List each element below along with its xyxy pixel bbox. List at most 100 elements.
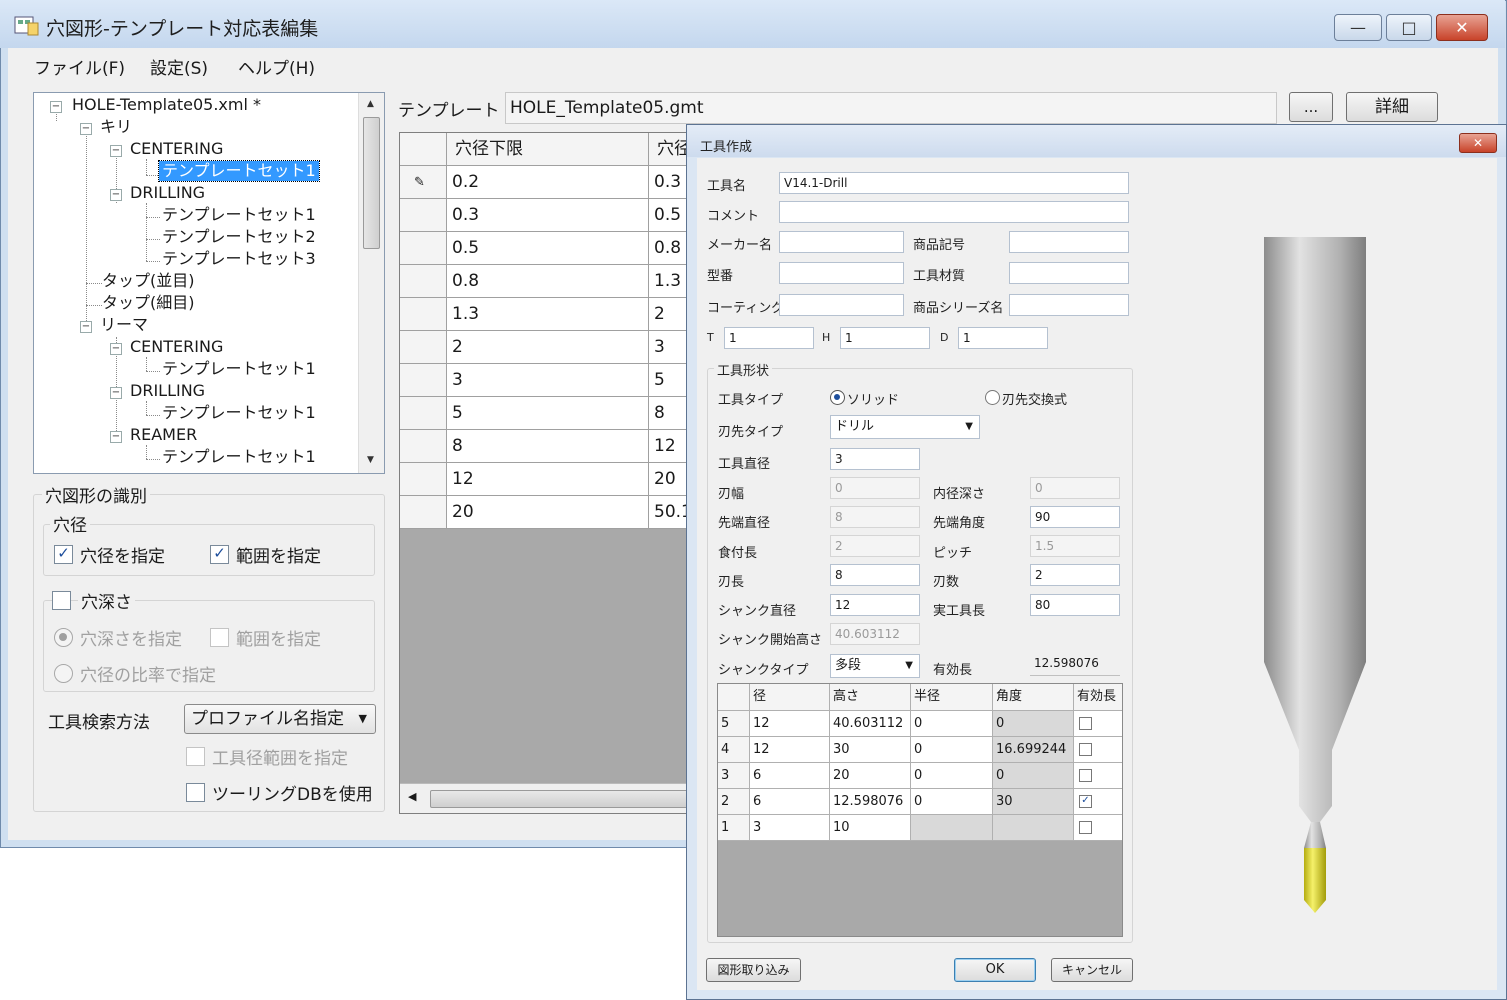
step-row-number[interactable]: 2 (718, 789, 750, 815)
diameter-input[interactable]: 3 (830, 448, 920, 470)
expand-toggle[interactable]: − (80, 123, 92, 135)
grid-cell[interactable]: 12 (447, 463, 649, 496)
expand-toggle[interactable]: − (110, 145, 122, 157)
grid-cell[interactable]: 8 (447, 430, 649, 463)
tree-node-tap-coarse[interactable]: タップ(並目) (102, 271, 195, 291)
step-grid-cell[interactable]: 0 (911, 737, 993, 763)
step-grid-cell[interactable]: 12 (750, 737, 830, 763)
shank-step-grid[interactable]: 径高さ 半径 角度 有効長 5 12 40.603112 0 0 4 12 30 0 16.699244… (717, 683, 1123, 937)
comment-input[interactable] (779, 201, 1129, 223)
coating-input[interactable] (779, 294, 904, 316)
indexable-radio[interactable] (985, 390, 1000, 405)
grid-cell[interactable]: 2 (447, 331, 649, 364)
expand-toggle[interactable]: − (50, 101, 62, 113)
grid-row-header[interactable] (400, 430, 447, 463)
step-grid-cell[interactable]: 6 (750, 763, 830, 789)
solid-radio[interactable] (830, 390, 845, 405)
blade-length-input[interactable]: 8 (830, 564, 920, 586)
tip-angle-input[interactable]: 90 (1030, 506, 1120, 528)
pitch-input[interactable]: 1.5 (1030, 535, 1120, 557)
series-input[interactable] (1009, 294, 1129, 316)
expand-toggle[interactable]: − (110, 189, 122, 201)
grid-row-header[interactable] (400, 298, 447, 331)
scroll-left-icon[interactable]: ◀ (408, 790, 416, 803)
effective-checkbox[interactable] (1079, 717, 1092, 730)
grid-cell[interactable]: 3 (447, 364, 649, 397)
step-grid-cell[interactable] (911, 815, 993, 841)
tree-node-tap-fine[interactable]: タップ(細目) (102, 293, 195, 313)
minimize-button[interactable]: — (1334, 14, 1382, 41)
template-path-field[interactable]: HOLE_Template05.gmt (505, 92, 1277, 124)
step-grid-cell[interactable]: 0 (993, 763, 1074, 789)
t-input[interactable]: 1 (724, 327, 814, 349)
step-grid-cell[interactable]: 40.603112 (830, 711, 911, 737)
tree-node-template[interactable]: テンプレートセット1 (162, 205, 316, 225)
depth-radio[interactable] (54, 628, 73, 647)
dialog-close-button[interactable]: ✕ (1459, 133, 1497, 153)
step-grid-header[interactable]: 高さ (830, 684, 911, 711)
browse-button[interactable]: ... (1289, 92, 1333, 122)
expand-toggle[interactable]: − (80, 321, 92, 333)
tree-node-selected[interactable]: テンプレートセット1 (158, 160, 320, 182)
tree-node-drilling[interactable]: DRILLING (130, 381, 205, 401)
tree-node-drilling[interactable]: DRILLING (130, 183, 205, 203)
grid-row-header[interactable] (400, 463, 447, 496)
model-input[interactable] (779, 262, 904, 284)
grid-cell[interactable]: 0.3 (447, 199, 649, 232)
grid-cell[interactable]: 0.5 (447, 232, 649, 265)
grid-cell[interactable]: 0.2 (447, 166, 649, 199)
effective-checkbox[interactable] (1079, 769, 1092, 782)
search-method-dropdown[interactable]: プロファイル名指定 ▼ (184, 704, 376, 734)
depth-range-checkbox[interactable] (210, 628, 229, 647)
effective-checkbox[interactable] (1079, 821, 1092, 834)
step-grid-cell[interactable]: 12 (750, 711, 830, 737)
template-tree[interactable]: − HOLE-Template05.xml * − キリ − CENTERING… (33, 92, 385, 474)
h-input[interactable]: 1 (840, 327, 930, 349)
inner-depth-input[interactable]: 0 (1030, 477, 1120, 499)
tree-node-centering[interactable]: CENTERING (130, 337, 223, 357)
tree-node-template[interactable]: テンプレートセット1 (162, 447, 316, 467)
step-grid-header[interactable]: 半径 (911, 684, 993, 711)
diameter-checkbox[interactable]: ✓ (54, 545, 73, 564)
step-grid-header[interactable]: 径 (750, 684, 830, 711)
tool-range-checkbox[interactable] (186, 747, 205, 766)
tree-node-centering[interactable]: CENTERING (130, 139, 223, 159)
tooling-db-checkbox[interactable] (186, 783, 205, 802)
step-grid-header[interactable]: 有効長 (1074, 684, 1122, 711)
grid-row-header[interactable] (400, 364, 447, 397)
tree-node-reamer[interactable]: REAMER (130, 425, 197, 445)
template-grid[interactable]: 穴径下限 穴径 ✎ 0.2 0.3 0.3 0.5 0.5 0.8 0.8 1.3 1.3 2 2 3 3… (399, 132, 699, 814)
step-grid-cell[interactable]: 0 (911, 711, 993, 737)
step-grid-cell[interactable]: 3 (750, 815, 830, 841)
bite-input[interactable]: 2 (830, 535, 920, 557)
expand-toggle[interactable]: − (110, 343, 122, 355)
tree-node-template[interactable]: テンプレートセット1 (162, 403, 316, 423)
close-button[interactable]: ✕ (1436, 14, 1488, 41)
tree-node-template[interactable]: テンプレートセット1 (162, 359, 316, 379)
shank-type-dropdown[interactable]: 多段 ▼ (830, 654, 920, 678)
grid-cell[interactable]: 0.8 (447, 265, 649, 298)
step-grid-cell[interactable]: 6 (750, 789, 830, 815)
grid-cell[interactable]: 20 (447, 496, 649, 529)
step-grid-header[interactable] (718, 684, 750, 711)
scroll-thumb[interactable] (363, 117, 380, 249)
grid-hscrollbar[interactable]: ◀ (400, 783, 698, 813)
tree-node-reamer-jp[interactable]: リーマ (100, 315, 148, 335)
step-row-number[interactable]: 4 (718, 737, 750, 763)
tree-scrollbar[interactable]: ▲ ▼ (358, 93, 384, 473)
tool-name-input[interactable]: V14.1-Drill (779, 172, 1129, 194)
hscroll-thumb[interactable] (430, 790, 690, 808)
grid-row-header[interactable] (400, 199, 447, 232)
grid-row-header[interactable] (400, 331, 447, 364)
cancel-button[interactable]: キャンセル (1051, 958, 1133, 982)
effective-checkbox[interactable]: ✓ (1079, 795, 1092, 808)
scroll-down-icon[interactable]: ▼ (367, 455, 374, 465)
grid-row-header[interactable] (400, 496, 447, 529)
tip-type-dropdown[interactable]: ドリル ▼ (830, 415, 980, 439)
tree-node-template[interactable]: テンプレートセット2 (162, 227, 316, 247)
expand-toggle[interactable]: − (110, 387, 122, 399)
expand-toggle[interactable]: − (110, 431, 122, 443)
grid-row-header[interactable]: ✎ (400, 166, 447, 199)
menu-settings[interactable]: 設定(S) (150, 54, 208, 79)
depth-checkbox[interactable] (52, 591, 71, 610)
